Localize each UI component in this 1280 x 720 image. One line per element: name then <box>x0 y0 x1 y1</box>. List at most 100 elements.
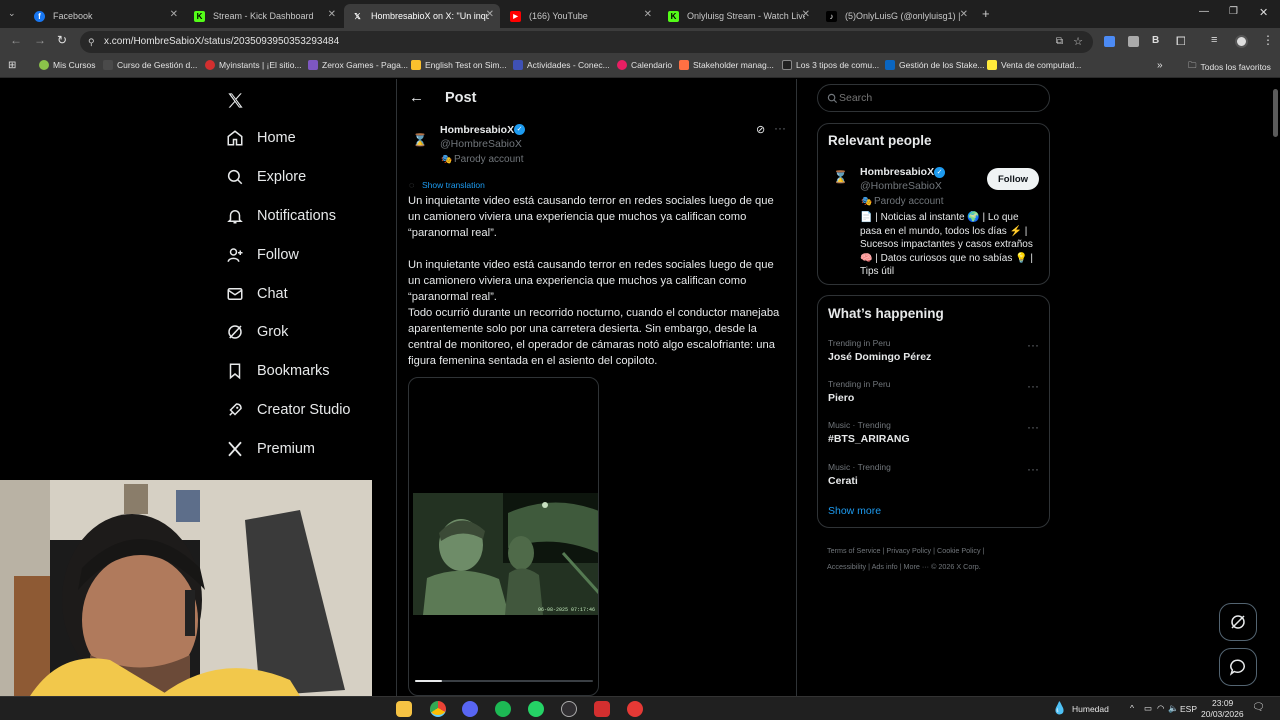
show-translation-link[interactable]: Show translation <box>422 180 485 190</box>
grok-explain-icon[interactable]: ⊘ <box>756 123 765 136</box>
grok-floating-button[interactable] <box>1219 603 1257 641</box>
profile-avatar[interactable] <box>1235 35 1248 48</box>
weather-label[interactable]: Humedad <box>1072 704 1109 714</box>
nav-chat[interactable]: Chat <box>226 282 288 306</box>
nav-premium[interactable]: Premium <box>226 437 315 461</box>
follow-button[interactable]: Follow <box>987 168 1039 190</box>
chat-floating-button[interactable] <box>1219 648 1257 686</box>
notification-center-icon[interactable]: 🗨 <box>1252 702 1265 713</box>
extensions-puzzle-icon[interactable]: ⧠ <box>1176 34 1186 49</box>
media-controls-icon[interactable]: ≡ <box>1211 34 1217 46</box>
forward-icon[interactable]: → <box>34 33 46 47</box>
bookmark-item[interactable]: English Test on Sim... <box>411 60 507 70</box>
extension-icon[interactable] <box>1104 36 1115 47</box>
tab-x-post[interactable]: 𝕏 HombresabioX on X: "Un inqui ✕ <box>344 4 500 28</box>
minimize-window-icon[interactable]: — <box>1199 6 1209 17</box>
video-progress-track[interactable] <box>415 680 593 682</box>
volume-icon[interactable]: 🔈 <box>1168 703 1179 714</box>
restore-window-icon[interactable]: ❐ <box>1229 6 1238 17</box>
close-tab-icon[interactable]: ✕ <box>644 9 652 20</box>
back-arrow-icon[interactable]: ← <box>409 89 424 106</box>
more-options-icon[interactable]: ··· <box>1027 379 1039 393</box>
new-tab-button[interactable]: + <box>982 6 990 21</box>
obs-icon[interactable] <box>561 701 577 717</box>
more-options-icon[interactable]: ··· <box>774 121 786 135</box>
tab-kick-dashboard[interactable]: K Stream - Kick Dashboard ✕ <box>186 4 342 28</box>
bookmarks-overflow-icon[interactable]: » <box>1157 60 1163 71</box>
webcam-menu-icon[interactable]: ⋮ <box>371 655 372 666</box>
more-link[interactable]: More ··· <box>904 562 930 571</box>
x-logo-icon[interactable] <box>226 91 245 110</box>
more-options-icon[interactable]: ··· <box>1027 420 1039 434</box>
search-input[interactable] <box>839 90 1029 106</box>
more-options-icon[interactable]: ··· <box>1027 462 1039 476</box>
tab-youtube[interactable]: ▶ (166) YouTube ✕ <box>502 4 658 28</box>
bookmark-item[interactable]: Mis Cursos <box>39 60 96 70</box>
tab-kick-stream[interactable]: K Onlyluisg Stream - Watch Live ✕ <box>660 4 816 28</box>
app-icon[interactable] <box>594 701 610 717</box>
bookmark-item[interactable]: Myinstants | ¡El sitio... <box>205 60 302 70</box>
app-icon[interactable] <box>627 701 643 717</box>
trend-item[interactable]: Trending in Peru Piero ··· <box>828 379 1039 415</box>
bookmark-item[interactable]: Gestión de los Stake... <box>885 60 985 70</box>
bookmark-item[interactable]: Actividades - Conec... <box>513 60 610 70</box>
bookmark-item[interactable]: Stakeholder manag... <box>679 60 774 70</box>
nav-explore[interactable]: Explore <box>226 165 306 189</box>
wifi-icon[interactable]: ◠ <box>1157 703 1164 714</box>
privacy-link[interactable]: Privacy Policy <box>886 546 931 555</box>
extension-icon[interactable] <box>1128 36 1139 47</box>
install-app-icon[interactable]: ⧉ <box>1056 31 1063 53</box>
close-tab-icon[interactable]: ✕ <box>170 9 178 20</box>
trend-item[interactable]: Music · Trending Cerati ··· <box>828 462 1039 498</box>
author-handle[interactable]: @HombreSabioX <box>440 138 522 150</box>
reload-icon[interactable]: ↻ <box>57 33 67 47</box>
clock-date[interactable]: 20/03/2026 <box>1201 709 1244 719</box>
terms-link[interactable]: Terms of Service <box>827 546 881 555</box>
cookie-link[interactable]: Cookie Policy <box>937 546 981 555</box>
tab-facebook[interactable]: f Facebook ✕ <box>26 4 184 28</box>
back-icon[interactable]: ← <box>10 33 22 47</box>
file-explorer-icon[interactable] <box>396 701 412 717</box>
bookmark-item[interactable]: Calendario <box>617 60 672 70</box>
all-bookmarks-folder[interactable]: 🗀 Todos los favoritos <box>1188 60 1271 74</box>
page-scrollbar[interactable] <box>1270 79 1280 696</box>
close-tab-icon[interactable]: ✕ <box>802 9 810 20</box>
whatsapp-icon[interactable] <box>528 701 544 717</box>
extension-icon[interactable]: B <box>1152 35 1159 46</box>
video-player[interactable]: 06-08-2025 07:17:46 <box>408 377 599 696</box>
spotify-icon[interactable] <box>495 701 511 717</box>
author-name[interactable]: HombresabioX <box>440 124 514 136</box>
nav-notifications[interactable]: Notifications <box>226 204 336 228</box>
chrome-icon[interactable] <box>430 701 446 717</box>
nav-creator-studio[interactable]: Creator Studio <box>226 398 351 422</box>
bookmark-item[interactable]: Curso de Gestión d... <box>103 60 197 70</box>
tab-tiktok[interactable]: ♪ (5)OnlyLuisG (@onlyluisg1) | Ti ✕ <box>818 4 974 28</box>
close-tab-icon[interactable]: ✕ <box>328 9 336 20</box>
trend-item[interactable]: Music · Trending #BTS_ARIRANG ··· <box>828 420 1039 456</box>
search-box[interactable] <box>817 84 1050 112</box>
nav-bookmarks[interactable]: Bookmarks <box>226 359 330 383</box>
close-window-icon[interactable]: ✕ <box>1259 6 1268 19</box>
close-tab-icon[interactable]: ✕ <box>960 9 968 20</box>
relevant-handle[interactable]: @HombreSabioX <box>860 180 942 192</box>
clock-time[interactable]: 23:09 <box>1212 698 1233 708</box>
language-indicator[interactable]: ESP <box>1180 704 1197 714</box>
nav-grok[interactable]: Grok <box>226 320 288 344</box>
trend-item[interactable]: Trending in Peru José Domingo Pérez ··· <box>828 338 1039 374</box>
bookmark-star-icon[interactable]: ☆ <box>1073 31 1083 53</box>
ads-info-link[interactable]: Ads info <box>872 562 898 571</box>
accessibility-link[interactable]: Accessibility <box>827 562 866 571</box>
browser-menu-icon[interactable]: ⋮ <box>1262 33 1274 47</box>
more-options-icon[interactable]: ··· <box>1027 338 1039 352</box>
network-icon[interactable]: ▭ <box>1144 703 1152 714</box>
nav-home[interactable]: Home <box>226 126 296 150</box>
bookmark-item[interactable]: Venta de computad... <box>987 60 1081 70</box>
show-more-link[interactable]: Show more <box>828 505 881 517</box>
bookmark-item[interactable]: Zerox Games - Paga... <box>308 60 408 70</box>
author-avatar[interactable]: ⌛ <box>409 129 431 151</box>
profile-avatar[interactable]: ⌛ <box>833 170 848 184</box>
relevant-name[interactable]: HombresabioX <box>860 166 934 178</box>
site-info-icon[interactable]: ⚲ <box>88 31 95 53</box>
apps-grid-icon[interactable]: ⊞ <box>8 60 16 71</box>
url-bar[interactable]: ⚲ x.com/HombreSabioX/status/203509395035… <box>80 31 1093 53</box>
